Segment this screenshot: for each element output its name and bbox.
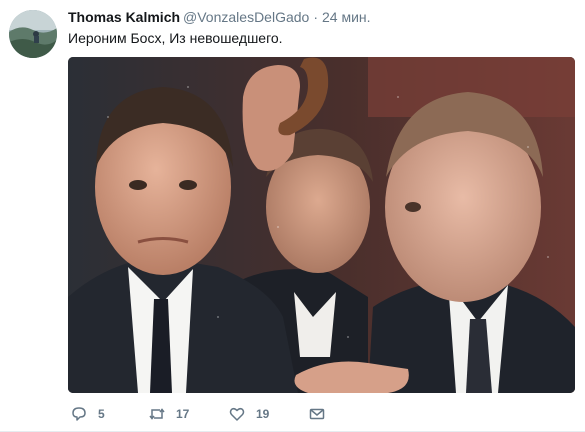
retweet-icon	[148, 405, 166, 423]
retweet-button[interactable]: 17	[148, 402, 189, 426]
tweet-header: Thomas Kalmich @VonzalesDelGado · 24 мин.	[68, 8, 371, 26]
envelope-icon	[308, 405, 326, 423]
tweet-text: Иероним Босх, Из невошедшего.	[68, 30, 283, 46]
direct-message-button[interactable]	[308, 402, 326, 426]
tweet-photo[interactable]	[68, 57, 575, 393]
separator-dot: ·	[313, 9, 318, 25]
author-name[interactable]: Thomas Kalmich	[68, 9, 180, 25]
tweet-card[interactable]: Thomas Kalmich @VonzalesDelGado · 24 мин. И…	[0, 0, 585, 432]
like-button[interactable]: 19	[228, 402, 269, 426]
like-count: 19	[256, 407, 270, 421]
author-handle[interactable]: @VonzalesDelGado	[183, 9, 309, 25]
avatar[interactable]	[9, 10, 57, 58]
tweet-timestamp[interactable]: 24 мин.	[322, 9, 371, 25]
reply-button[interactable]: 5	[70, 402, 105, 426]
reply-icon	[70, 405, 88, 423]
retweet-count: 17	[176, 407, 190, 421]
reply-count: 5	[98, 407, 105, 421]
tweet-actions: 5 17 19	[68, 402, 468, 426]
heart-icon	[228, 405, 246, 423]
